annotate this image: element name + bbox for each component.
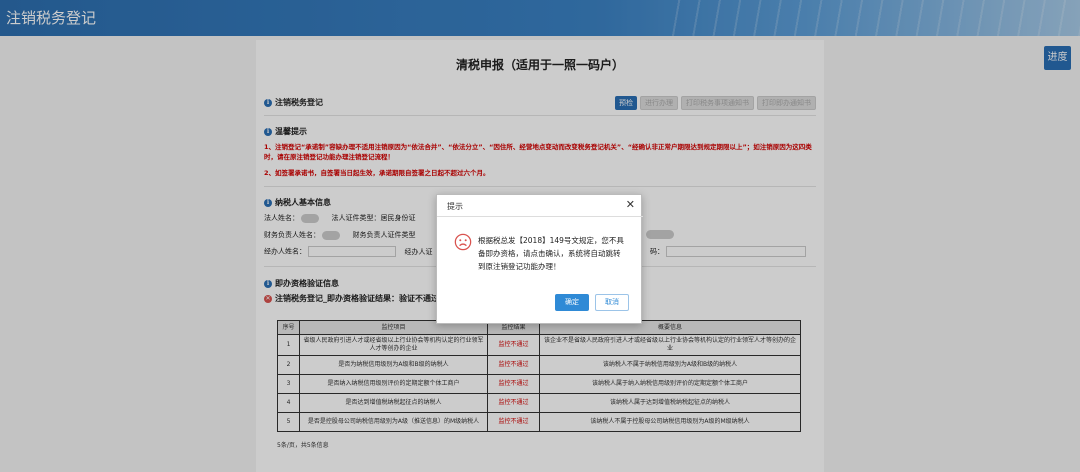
dialog-buttons: 确定 取消 — [555, 294, 629, 311]
cancel-button[interactable]: 取消 — [595, 294, 629, 311]
dialog-title: 提示 — [447, 202, 463, 211]
notice-dialog: 提示 ✕ 根据税总发【2018】149号文规定，您不具备即办资格，请点击确认，系… — [436, 194, 643, 324]
sad-face-icon — [454, 233, 472, 251]
confirm-button[interactable]: 确定 — [555, 294, 589, 311]
dialog-message: 根据税总发【2018】149号文规定，您不具备即办资格，请点击确认，系统将自动跳… — [478, 236, 624, 271]
close-icon[interactable]: ✕ — [626, 199, 635, 211]
dialog-header: 提示 ✕ — [437, 195, 643, 217]
